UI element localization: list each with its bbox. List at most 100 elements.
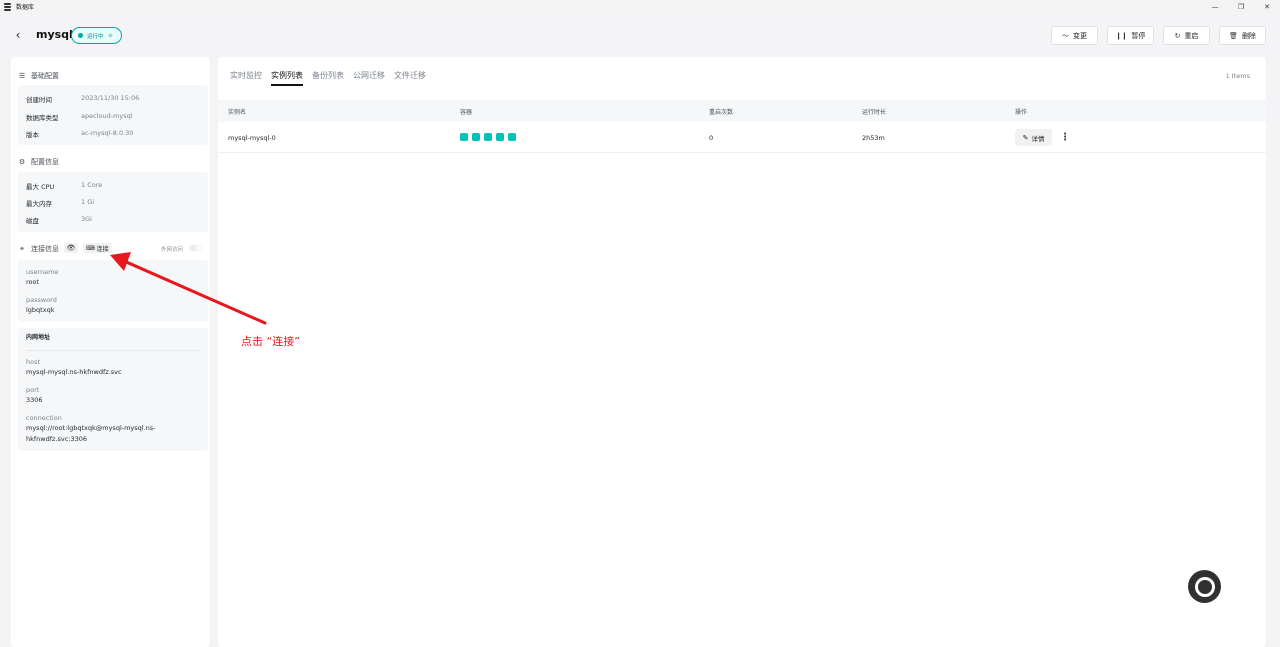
config-info-title: ⚙ 配置信息 (18, 157, 59, 167)
max-memory-row: 最大内存 1 Gi (26, 198, 94, 208)
terminal-icon: ⌨ (86, 244, 95, 252)
container-status-icon[interactable] (472, 133, 480, 141)
column-header: 运行时长 (862, 109, 887, 116)
kv-key: 最大 CPU (26, 183, 55, 191)
main-content: 实时监控 实例列表 备份列表 公网迁移 文件迁移 1 Items 实例名 容器 … (218, 57, 1266, 647)
status-dot-icon (78, 33, 83, 38)
host-label: host (26, 358, 41, 366)
change-button-label: 变更 (1073, 31, 1087, 40)
container-status-icon[interactable] (508, 133, 516, 141)
host-value: mysql-mysql.ns-hkfnwdfz.svc (26, 368, 122, 376)
eye-icon[interactable]: 👁 (64, 243, 78, 253)
delete-button-label: 删除 (1241, 31, 1256, 40)
container-status-icon[interactable] (460, 133, 468, 141)
back-icon[interactable]: ‹ (12, 28, 24, 42)
details-sidebar: ☰ 基础配置 创建时间 2023/11/30 15:06 数据库类型 apecl… (11, 57, 210, 647)
external-access-label: 外网访问 (161, 247, 184, 253)
basic-config-title: ☰ 基础配置 (18, 71, 59, 81)
port-label: port (26, 386, 40, 394)
restart-button-label: 重启 (1184, 31, 1199, 40)
created-time-row: 创建时间 2023/11/30 15:06 (26, 94, 139, 104)
column-header: 容器 (460, 109, 473, 116)
pause-icon: ❙❙ (1115, 31, 1128, 40)
list-icon: ☰ (18, 72, 26, 80)
window-titlebar: 数据库 — ❐ ✕ (0, 0, 1280, 13)
basic-config-label: 基础配置 (31, 72, 59, 80)
connection-info-title: ⚭ 连接信息 (18, 244, 59, 254)
restart-count: 0 (709, 134, 714, 142)
more-vertical-icon[interactable]: ⋮ (1060, 130, 1070, 144)
annotation-text: 点击 “连接” (241, 335, 300, 348)
minimize-button[interactable]: — (1202, 0, 1228, 13)
floating-assistant-button[interactable] (1188, 570, 1221, 603)
instance-name: mysql-mysql-0 (228, 134, 276, 142)
tab-public-migration[interactable]: 公网迁移 (353, 70, 389, 86)
kv-key: 数据库类型 (26, 114, 59, 122)
container-status-list (460, 133, 516, 141)
table-row: mysql-mysql-0 0 2h53m ✎ 详情 ⋮ (218, 122, 1266, 153)
username-value: root (26, 278, 40, 286)
divider (26, 350, 200, 351)
trash-icon: 🗑 (1229, 31, 1238, 40)
db-type-row: 数据库类型 apecloud-mysql (26, 112, 133, 122)
restore-button[interactable]: ❐ (1228, 0, 1254, 13)
trend-icon: 〜 (1062, 31, 1069, 40)
tab-monitoring[interactable]: 实时监控 (230, 70, 266, 86)
container-status-icon[interactable] (496, 133, 504, 141)
tab-backup-list[interactable]: 备份列表 (312, 70, 348, 86)
config-info-box: 最大 CPU 1 Core 最大内存 1 Gi 磁盘 3Gi (18, 172, 208, 232)
connect-button[interactable]: ⌨ 连接 (83, 243, 112, 253)
column-header: 操作 (1015, 109, 1028, 116)
tab-bar: 实时监控 实例列表 备份列表 公网迁移 文件迁移 (230, 70, 435, 86)
kv-key: 版本 (26, 131, 39, 139)
pause-button-label: 暂停 (1131, 31, 1146, 40)
tab-file-migration[interactable]: 文件迁移 (394, 70, 430, 86)
uptime: 2h53m (862, 134, 885, 142)
close-button[interactable]: ✕ (1254, 0, 1280, 13)
kv-value: 1 Core (81, 181, 103, 189)
column-header: 实例名 (228, 109, 247, 116)
connection-label: connection (26, 414, 62, 422)
kv-value: 1 Gi (81, 198, 95, 206)
kv-key: 创建时间 (26, 96, 52, 104)
port-value: 3306 (26, 396, 43, 404)
page-header: ‹ mysql 运行中 ✧ 〜 变更 ❙❙ 暂停 ↻ 重启 🗑 删除 (0, 13, 1280, 57)
delete-button[interactable]: 🗑 删除 (1219, 26, 1266, 45)
restart-icon: ↻ (1174, 31, 1181, 40)
kv-key: 最大内存 (26, 200, 52, 208)
edit-icon: ✎ (1022, 133, 1029, 142)
column-header: 重启次数 (709, 109, 734, 116)
change-button[interactable]: 〜 变更 (1051, 26, 1098, 45)
window-title: 数据库 (16, 4, 35, 11)
credentials-box: username root password lgbqtxqk (18, 260, 208, 322)
password-label: password (26, 296, 57, 304)
connection-info-label: 连接信息 (31, 245, 59, 253)
kv-value: apecloud-mysql (81, 112, 133, 120)
sparkle-icon: ✧ (107, 31, 114, 40)
instance-table: 实例名 容器 重启次数 运行时长 操作 mysql-mysql-0 0 2h53… (218, 100, 1266, 153)
connect-button-label: 连接 (96, 245, 109, 253)
basic-config-box: 创建时间 2023/11/30 15:06 数据库类型 apecloud-mys… (18, 85, 208, 145)
page-title: mysql (36, 28, 73, 41)
database-icon (4, 2, 11, 11)
max-cpu-row: 最大 CPU 1 Core (26, 181, 102, 191)
restart-button[interactable]: ↻ 重启 (1163, 26, 1210, 45)
password-value: lgbqtxqk (26, 306, 55, 314)
link-icon: ⚭ (19, 245, 25, 253)
version-row: 版本 ac-mysql-8.0.30 (26, 129, 133, 139)
detail-button-label: 详情 (1031, 134, 1045, 143)
pause-button[interactable]: ❙❙ 暂停 (1107, 26, 1154, 45)
gear-icon: ⚙ (18, 158, 26, 166)
kv-value: 3Gi (81, 215, 92, 223)
internal-address-title: 内网地址 (26, 334, 51, 341)
items-count: 1 Items (1225, 72, 1250, 80)
connection-string-line1: mysql://root:lgbqtxqk@mysql-mysql.ns- (26, 424, 156, 432)
connection-string-line2: hkfnwdfz.svc:3306 (26, 435, 88, 443)
detail-button[interactable]: ✎ 详情 (1015, 129, 1052, 146)
external-access-toggle[interactable] (189, 245, 201, 251)
kv-key: 磁盘 (26, 217, 39, 225)
tab-instance-list[interactable]: 实例列表 (271, 70, 307, 86)
disk-row: 磁盘 3Gi (26, 215, 92, 225)
container-status-icon[interactable] (484, 133, 492, 141)
status-badge: 运行中 ✧ (71, 27, 123, 44)
